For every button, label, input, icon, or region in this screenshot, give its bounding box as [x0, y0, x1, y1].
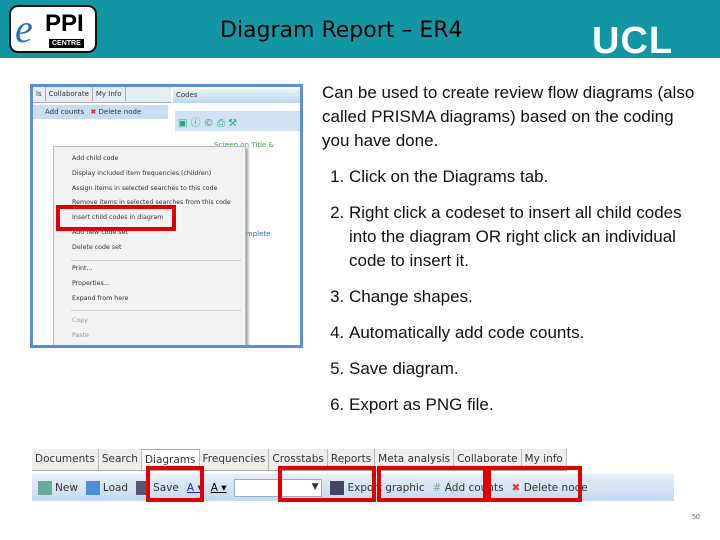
highlight-save [146, 466, 204, 502]
diagram-toolbar: Add counts ✖ Delete node [33, 105, 168, 119]
tab-strip: ls Collaborate My Info [33, 87, 171, 103]
menu-item: Delete code set [72, 244, 122, 251]
eppi-centre-logo: e PPI CENTRE [9, 5, 97, 53]
slide-header: e PPI CENTRE Diagram Report – ER4 UCL [0, 0, 720, 62]
add-counts-label: Add counts [45, 108, 85, 116]
menu-item: Properties... [72, 280, 110, 287]
page-number: 50 [692, 514, 700, 521]
line-color-button[interactable]: A ▾ [211, 482, 227, 494]
step: Automatically add code counts. [349, 321, 702, 345]
menu-item: Print... [72, 265, 93, 272]
new-button[interactable]: New [38, 480, 78, 495]
tab: My Info [93, 87, 126, 101]
tab: Collaborate [46, 87, 93, 101]
slide-title: Diagram Report – ER4 [220, 18, 463, 43]
tab-search[interactable]: Search [99, 449, 142, 470]
step: Export as PNG file. [349, 393, 702, 417]
menu-item: Expand from here [72, 295, 129, 302]
highlight-add-counts [487, 466, 582, 502]
tab-frequencies[interactable]: Frequencies [200, 449, 270, 470]
step: Save diagram. [349, 357, 702, 381]
tab-documents[interactable]: Documents [32, 449, 99, 470]
load-icon [85, 480, 100, 495]
ucl-logo: UCL [592, 20, 674, 62]
codes-panel-header: Codes [173, 89, 300, 103]
highlight-box [56, 205, 176, 231]
new-label: New [55, 481, 78, 494]
steps-list: Click on the Diagrams tab. Right click a… [322, 165, 702, 417]
context-menu: Add child code Display included item fre… [53, 146, 246, 345]
load-label: Load [102, 481, 129, 494]
menu-item: Assign items in selected searches to thi… [72, 185, 218, 192]
new-icon [38, 480, 52, 495]
intro-text: Can be used to create review flow diagra… [322, 83, 695, 150]
tab: ls [33, 87, 46, 101]
menu-item: Add child code [72, 155, 119, 162]
step: Change shapes. [349, 285, 702, 309]
delete-icon: ✖ [90, 108, 97, 116]
highlight-shape-dropdown [278, 466, 376, 502]
menu-item: Display included item frequencies (child… [72, 170, 212, 177]
menu-item: Copy [72, 317, 88, 324]
slide-body: Can be used to create review flow diagra… [322, 81, 702, 429]
highlight-export [377, 466, 487, 502]
step: Click on the Diagrams tab. [349, 165, 702, 189]
codes-toolbar: ▣ ⓘ © ⎙ ⚒ [175, 111, 300, 131]
load-button[interactable]: Load [85, 480, 129, 495]
delete-node-label: Delete node [98, 108, 142, 116]
menu-item: Paste [72, 332, 89, 339]
step: Right click a codeset to insert all chil… [349, 201, 702, 273]
